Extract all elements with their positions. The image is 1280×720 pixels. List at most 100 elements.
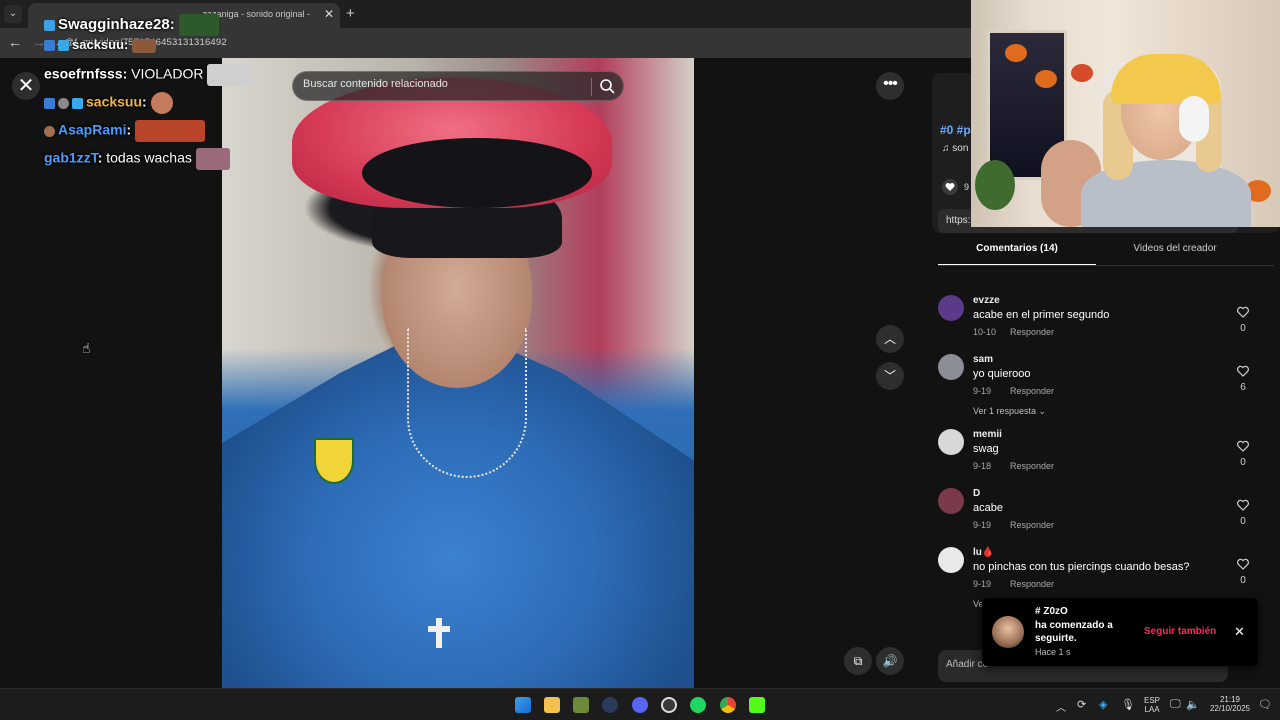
avatar[interactable] [938,547,964,573]
windows-start-icon[interactable] [515,697,531,713]
minecraft-icon[interactable] [573,697,589,713]
discord-icon[interactable] [632,697,648,713]
previous-video-chevron-up-icon[interactable]: ︿ [876,325,904,353]
comment-date: 9-19 [973,579,992,589]
comment-item: evzze acabe en el primer segundo 10-10 Resp… [938,295,1258,355]
new-tab-button[interactable]: + [346,5,355,22]
chat-separator: : [142,93,147,110]
close-video-button[interactable]: ✕ [12,72,40,100]
related-search-bar [292,71,624,101]
next-video-chevron-down-icon[interactable]: ﹀ [876,362,904,390]
clock[interactable]: 21:19 22/10/2025 [1206,695,1254,713]
comment-item: sam yo quierooo 9-19 Responder 6 Ver 1 respue… [938,354,1258,417]
clock-date: 22/10/2025 [1209,704,1251,713]
video-sound[interactable]: ♫ son [942,143,968,154]
notifications-icon[interactable]: 🗨 [1258,698,1272,711]
tab-comments[interactable]: Comentarios (14) [938,243,1096,254]
hand-cursor-icon: ☝ [82,340,91,356]
reply-button[interactable]: Responder [1010,579,1054,589]
avatar[interactable] [938,429,964,455]
comment-like-count: 0 [1240,323,1246,334]
video-hashtags[interactable]: #0 #p [940,123,971,137]
chat-username: sacksuu [72,37,125,52]
chat-emote-icon [135,120,206,142]
chat-emote-icon [178,14,219,36]
kick-icon[interactable] [749,697,765,713]
comment-like-count: 0 [1240,575,1246,586]
chat-message: sacksuu: [44,92,173,114]
comment-username[interactable]: evzze [973,295,1000,306]
language-code: ESP [1143,696,1160,705]
tab-search-menu[interactable]: ⌄ [4,5,22,23]
chat-username: gab1zzT [44,149,98,166]
chat-badge-icon [44,97,55,109]
like-count: 9 [964,182,970,192]
avatar[interactable] [938,354,964,380]
comment-username[interactable]: memii [973,429,1002,440]
comment-heart-icon[interactable] [1236,498,1250,512]
obs-icon[interactable] [661,697,677,713]
avatar[interactable] [938,488,964,514]
chat-username: sacksuu [86,93,143,110]
chat-emote-icon [150,92,173,114]
avatar [992,616,1024,648]
toast-username[interactable]: # Z0zO [1035,606,1068,617]
floating-player-icon[interactable]: ⧉ [844,647,872,675]
webcam-headphone [1179,96,1209,142]
language-indicator[interactable]: ESP LAA [1142,696,1162,714]
chat-text: VIOLADOR [127,65,204,82]
file-explorer-icon[interactable] [544,697,560,713]
reply-button[interactable]: Responder [1010,461,1054,471]
chat-username: Swagginhaze28 [58,15,170,33]
screen: ⌄ ·zazaniga - sonido original - ✕ + ← → … [0,0,1280,720]
comment-date: 9-19 [973,386,992,396]
sync-icon[interactable]: ⟳ [1077,698,1086,711]
comment-date: 9-19 [973,520,992,530]
avatar[interactable] [938,295,964,321]
chat-badge-icon [58,40,69,52]
chat-message: AsapRami: [44,120,206,142]
volume-icon[interactable]: 🔊 [876,647,904,675]
comment-text: no pinchas con tus piercings cuando besa… [973,561,1190,573]
reply-button[interactable]: Responder [1010,520,1054,530]
speaker-icon[interactable]: 🔈 [1186,698,1200,711]
chat-emote-icon [195,148,230,170]
comment-heart-icon[interactable] [1236,305,1250,319]
view-replies-button[interactable]: Ver 1 respuesta ⌄ [973,406,1046,417]
chat-badge-icon [44,40,55,52]
close-icon[interactable]: ✕ [1234,624,1245,640]
chat-message: sacksuu: [44,37,157,53]
comment-username[interactable]: D [973,488,980,499]
webcam-pumpkin [1005,44,1027,62]
comment-username[interactable]: sam [973,354,993,365]
back-arrow-icon[interactable]: ← [8,34,22,50]
follow-back-button[interactable]: Seguir también [1144,626,1216,637]
tab-close-icon[interactable]: ✕ [324,7,334,21]
video-player[interactable] [222,58,694,688]
search-icon[interactable] [599,78,615,94]
comment-date: 9-18 [973,461,992,471]
related-search-input[interactable] [303,78,573,90]
steam-icon[interactable] [602,697,618,713]
tab-creator-videos[interactable]: Videos del creador [1096,243,1254,254]
spotify-icon[interactable] [690,697,706,713]
security-icon[interactable]: ◈ [1099,698,1107,711]
toast-message: ha comenzado a [1035,620,1113,631]
reply-button[interactable]: Responder [1010,386,1054,396]
chat-separator: : [169,15,175,33]
more-options-button[interactable]: ••• [876,72,904,100]
panel-tabs: Comentarios (14) Videos del creador [938,243,1274,266]
network-icon[interactable]: 🖵 [1170,698,1181,711]
comment-heart-icon[interactable] [1236,364,1250,378]
comment-heart-icon[interactable] [1236,439,1250,453]
like-heart-icon[interactable] [942,179,958,195]
comment-heart-icon[interactable] [1236,557,1250,571]
reply-button[interactable]: Responder [1010,327,1054,337]
microphone-icon[interactable]: 🎙 [1121,698,1135,711]
chat-separator: : [124,37,129,52]
windows-taskbar: ︿ ⟳ ◈ 🎙 ESP LAA 🖵 🔈 21:19 22/10/2025 🗨 [0,688,1280,720]
chrome-icon[interactable] [720,697,736,713]
comment-username[interactable]: lu🩸 [973,547,994,558]
follow-notification: # Z0zO ha comenzado a seguirte. Hace 1 s… [982,598,1258,666]
tray-chevron-up-icon[interactable]: ︿ [1056,699,1066,714]
